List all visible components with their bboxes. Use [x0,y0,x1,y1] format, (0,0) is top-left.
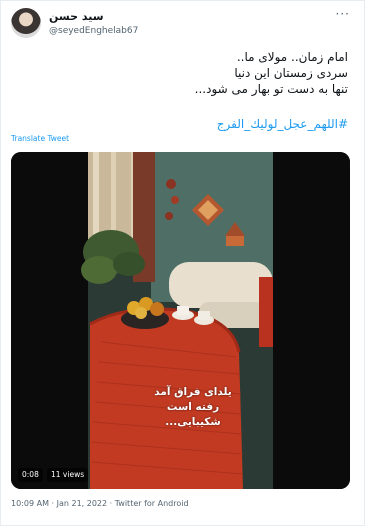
video-duration-badge: 0:08 [18,468,43,482]
caption-line: یلدای فراق آمد [154,386,232,398]
tweet-card: سید حسن @seyedEnghelab67 ··· امام زمان..… [0,0,365,526]
video-views-badge: 11 views [47,468,89,482]
hashtag-link[interactable]: #اللهم_عجل_لولیك_الفرج [217,117,348,131]
tweet-timestamp[interactable]: 10:09 AM · Jan 21, 2022 · Twitter for An… [11,499,189,508]
more-dots-icon[interactable]: ··· [336,7,350,21]
tweet-line: امام زمان.. مولای ما.. [236,50,348,64]
tweet-line: سردی زمستان این دنیا [234,66,348,80]
author-name[interactable]: سید حسن [49,10,104,23]
video-player[interactable]: یلدای فراق آمد رفته است شکیبایی... 0:08 … [11,152,350,489]
author-handle[interactable]: @seyedEnghelab67 [49,26,138,36]
tweet-line: تنها به دست تو بهار می شود... [194,82,348,96]
caption-line: رفته است شکیبایی... [165,401,221,428]
avatar[interactable] [11,8,41,38]
video-frame [11,152,350,489]
video-caption: یلدای فراق آمد رفته است شکیبایی... [143,385,243,430]
tweet-text: امام زمان.. مولای ما.. سردی زمستان این د… [18,49,348,97]
translate-tweet-link[interactable]: Translate Tweet [11,134,69,143]
